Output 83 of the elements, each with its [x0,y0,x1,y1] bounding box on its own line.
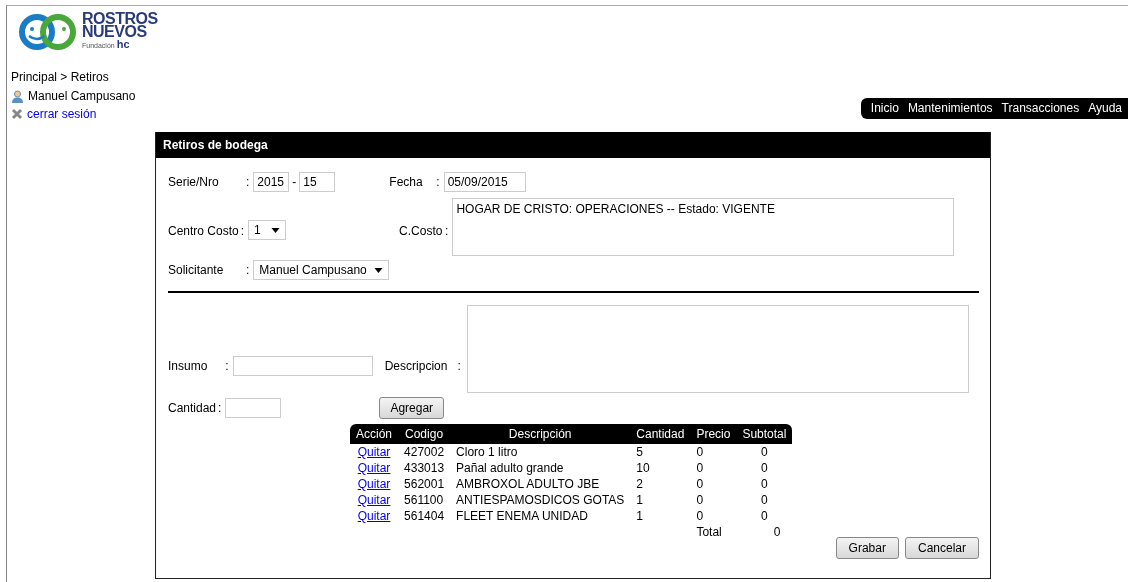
remove-link[interactable]: Quitar [357,461,391,475]
add-button[interactable]: Agregar [379,397,445,419]
field-label: Centro Costo [168,224,239,238]
field-label: Insumo [168,359,208,373]
cost-center-select[interactable]: 1 [248,220,287,240]
rings-logo-icon [17,12,79,52]
total-label: Total [695,524,723,540]
table-cell-text: 0 [695,460,705,476]
caret-icon [271,227,281,233]
form-button[interactable]: Grabar [835,537,899,559]
table-cell-text: 10 [635,460,651,476]
total-value: 0 [772,524,782,540]
user-icon [11,89,24,103]
field-label: C.Costo [399,224,444,238]
caret-icon [374,267,384,273]
colon: : [246,175,250,189]
field-label: Solicitante [168,263,225,277]
colon: : [246,263,250,277]
remove-link[interactable]: Quitar [357,509,391,523]
table-cell-text: 0 [695,492,705,508]
table-cell-text: 433013 [403,460,446,476]
colon: : [445,224,449,238]
table-cell-text: 562001 [403,476,446,492]
cost-center-textarea[interactable]: HOGAR DE CRISTO: OPERACIONES -- Estado: VIGENTE [452,198,955,256]
colon: : [457,359,461,373]
table-cell-text: Pañal adulto grande [455,460,565,476]
table-cell-text: ANTIESPAMOSDICOS GOTAS [455,492,626,508]
table-cell-text: 0 [760,508,769,524]
colon: : [225,359,229,373]
number-field[interactable]: 15 [299,172,336,192]
field-label: Descripcion [384,359,448,373]
remove-link[interactable]: Quitar [357,493,391,507]
column-header: Cantidad [630,424,691,444]
form-button[interactable]: Cancelar [904,537,979,559]
table-cell: 0 [736,444,793,460]
table-cell-text: 1 [635,492,644,508]
table-cell-text: 1 [635,508,644,524]
table-cell: 0 [690,444,737,460]
field-label: Serie/Nro [168,175,220,189]
table-cell-text: 0 [760,460,769,476]
table-cell-text: 2 [635,476,644,492]
nav-item[interactable]: Mantenimientos [907,101,993,115]
table-cell-text: 0 [695,508,705,524]
breadcrumb: Principal > Retiros [11,70,110,84]
dash: - [292,175,297,189]
table-cell-text: FLEET ENEMA UNIDAD [455,508,589,524]
logo-text: NUEVOS [82,25,147,38]
table-cell-text: 0 [760,476,769,492]
nav-item[interactable]: Inicio [870,101,899,115]
table-cell: 5 [630,444,691,460]
column-header: Acción [350,424,399,444]
column-header: Descripción [450,424,631,444]
nav-item[interactable]: Transacciones [1001,101,1080,115]
table-cell-text: AMBROXOL ADULTO JBE [455,476,601,492]
table-cell: 427002 [398,444,451,460]
date-field[interactable]: 05/09/2015 [443,172,526,192]
requester-select[interactable]: Manuel Campusano [253,260,390,280]
close-icon [11,108,23,120]
table-cell-text: 561404 [403,508,446,524]
table-cell-text: 561100 [403,492,445,508]
serie-field[interactable]: 2015 [253,172,290,192]
quantity-field[interactable] [225,398,282,418]
logout-link[interactable]: cerrar sesión [27,107,97,121]
user-name: Manuel Campusano [28,89,136,103]
remove-link[interactable]: Quitar [357,445,391,459]
logo-mark: hc [116,38,130,51]
field-label: Fecha [389,175,424,189]
table-cell-text: 0 [695,476,705,492]
table-cell: Cloro 1 litro [450,444,631,460]
logo-text: ROSTROS [82,12,158,25]
nav-item[interactable]: Ayuda [1088,101,1122,115]
panel-title: Retiros de bodega [156,132,990,158]
table-cell-text: 0 [760,492,769,508]
field-label: Cantidad [168,401,217,415]
colon: : [240,224,245,238]
column-header: Codigo [398,424,451,444]
remove-link[interactable]: Quitar [357,477,391,491]
column-header: Subtotal [736,424,793,444]
colon: : [436,175,440,189]
supply-field[interactable] [232,356,373,376]
column-header: Precio [690,424,737,444]
description-textarea[interactable] [466,305,969,393]
colon: : [218,401,222,415]
